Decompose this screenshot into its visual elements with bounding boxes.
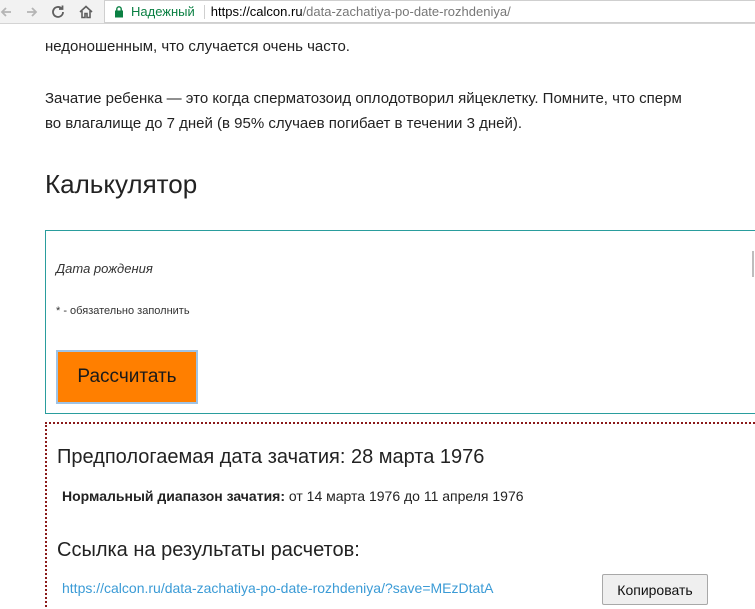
birth-date-label: Дата рождения: [56, 261, 153, 276]
url-host: https://calcon.ru: [210, 4, 303, 19]
reload-icon[interactable]: [48, 2, 68, 22]
browser-toolbar: Надежный https://calcon.ru/data-zachatiy…: [0, 0, 755, 24]
paragraph-line: во влагалище до 7 дней (в 95% случаев по…: [45, 115, 522, 132]
result-panel: Предпологаемая дата зачатия: 28 марта 19…: [45, 422, 755, 609]
conception-range: Нормальный диапазон зачатия: от 14 марта…: [62, 488, 524, 504]
required-note: * - обязательно заполнить: [56, 305, 190, 317]
range-value: от 14 марта 1976 до 11 апреля 1976: [285, 488, 524, 504]
url-path: /data-zachatiya-po-date-rozhdeniya/: [302, 4, 511, 19]
date-input-edge[interactable]: [752, 251, 754, 277]
range-label: Нормальный диапазон зачатия:: [62, 488, 286, 504]
back-arrow-icon[interactable]: [0, 2, 16, 22]
calculator-heading: Калькулятор: [45, 169, 198, 199]
calculator-form: Дата рождения * - обязательно заполнить …: [45, 230, 755, 414]
secure-label: Надежный: [131, 4, 195, 19]
address-bar[interactable]: Надежный https://calcon.ru/data-zachatiy…: [104, 0, 755, 23]
results-link[interactable]: https://calcon.ru/data-zachatiya-po-date…: [62, 580, 494, 596]
copy-button[interactable]: Копировать: [602, 574, 708, 605]
paragraph-line: Зачатие ребенка — это когда сперматозоид…: [45, 90, 682, 107]
lock-icon[interactable]: [113, 5, 125, 19]
estimated-conception-date: Предпологаемая дата зачатия: 28 марта 19…: [57, 446, 485, 468]
forward-arrow-icon[interactable]: [22, 2, 42, 22]
page-content: недоношенным, что случается очень часто.…: [0, 24, 755, 609]
omnibox-divider: [203, 4, 205, 19]
results-link-heading: Ссылка на результаты расчетов:: [57, 539, 360, 561]
article-paragraph-2: Зачатие ребенка — это когда сперматозоид…: [45, 86, 682, 136]
home-icon[interactable]: [76, 2, 96, 22]
calculate-button[interactable]: Рассчитать: [56, 350, 198, 404]
article-paragraph: недоношенным, что случается очень часто.: [45, 38, 350, 55]
